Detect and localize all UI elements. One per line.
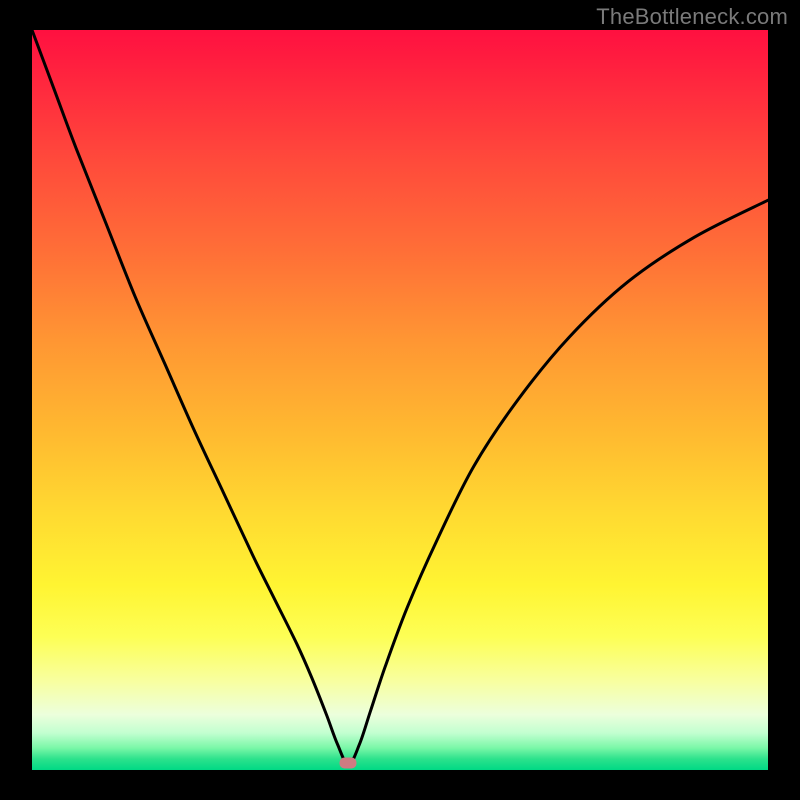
bottleneck-curve xyxy=(32,30,768,770)
optimum-marker xyxy=(340,757,357,768)
chart-frame: TheBottleneck.com xyxy=(0,0,800,800)
chart-plot-area xyxy=(32,30,768,770)
watermark-text: TheBottleneck.com xyxy=(596,4,788,30)
